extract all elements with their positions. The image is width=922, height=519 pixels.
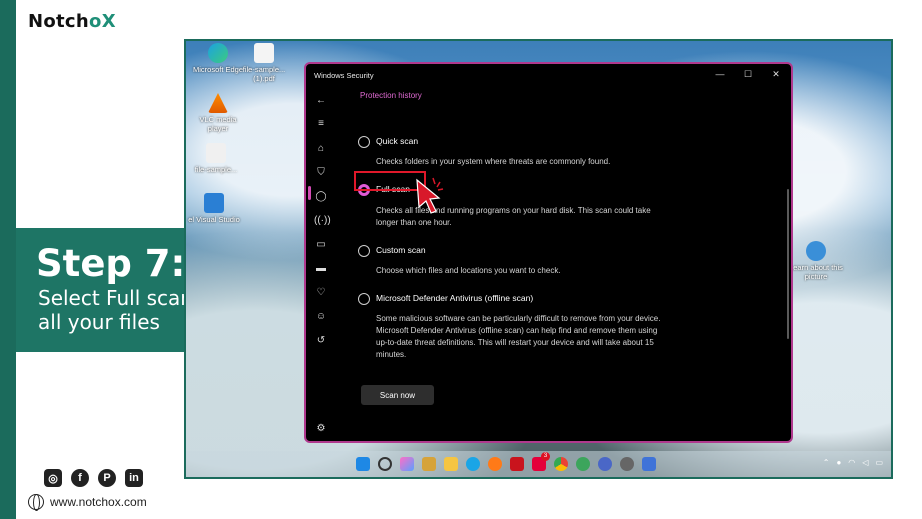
wifi-icon[interactable]: ◠ (848, 458, 855, 467)
windows-security-window: Windows Security — ☐ ✕ ← ≡ ⌂ ⛉ ◯ ((·)) ▭… (304, 62, 793, 443)
info-icon (806, 241, 826, 261)
option-label: Quick scan (376, 136, 419, 146)
edge-icon[interactable] (466, 457, 480, 471)
website-link[interactable]: www.notchox.com (28, 494, 147, 511)
desktop-icon-label: Learn about this picture (789, 263, 843, 281)
logo-text-x: X (101, 11, 116, 32)
health-icon[interactable]: ♡ (314, 286, 328, 300)
desktop-icon-file[interactable]: file-sample... (188, 143, 244, 174)
battery-icon[interactable]: ▭ (875, 458, 883, 467)
social-links: ◎ f P in (44, 469, 143, 487)
custom-scan-radio[interactable] (358, 245, 370, 257)
device-security-icon[interactable]: ▬ (314, 262, 328, 276)
close-button[interactable]: ✕ (770, 69, 782, 80)
notification-badge: 3 (541, 452, 550, 461)
desktop-icon-vlc[interactable]: VLC media player (190, 93, 246, 133)
minimize-button[interactable]: — (714, 69, 726, 79)
option-description: Some malicious software can be particula… (376, 314, 661, 359)
scrollbar[interactable] (787, 189, 789, 339)
visual-studio-icon (204, 193, 224, 213)
taskbar-icons: 3 (356, 452, 656, 471)
option-label: Microsoft Defender Antivirus (offline sc… (376, 293, 534, 303)
chrome-alt-icon[interactable] (598, 457, 612, 471)
desktop-icon-vscode[interactable]: el Visual Studio (186, 193, 242, 224)
chrome-profile-icon[interactable] (576, 457, 590, 471)
desktop-icon-learn[interactable]: Learn about this picture (788, 241, 844, 281)
desktop-icon-label: el Visual Studio (188, 215, 240, 224)
microphone-icon[interactable]: ● (836, 458, 841, 467)
volume-icon[interactable]: ◁ (862, 458, 868, 467)
desktop-icon-pdf[interactable]: file-sample... (1).pdf (236, 43, 292, 83)
history-icon[interactable]: ↺ (314, 334, 328, 348)
option-description: Checks folders in your system where thre… (376, 157, 611, 166)
back-arrow-icon[interactable]: ← (314, 94, 328, 108)
network-icon[interactable]: ((·)) (314, 214, 331, 228)
window-title: Windows Security (314, 71, 374, 80)
settings-icon[interactable] (620, 457, 634, 471)
accent-bar (0, 0, 16, 519)
family-icon[interactable]: ☺ (314, 310, 328, 324)
chrome-icon[interactable] (554, 457, 568, 471)
scan-now-button[interactable]: Scan now (361, 385, 434, 405)
step-title: Step 7: (36, 242, 186, 285)
start-windows-icon[interactable] (356, 457, 370, 471)
website-url: www.notchox.com (50, 495, 147, 509)
logo-text-part: Notch (28, 11, 90, 32)
firefox-icon[interactable] (488, 457, 502, 471)
maximize-button[interactable]: ☐ (742, 69, 754, 80)
title-bar: Windows Security — ☐ ✕ (306, 64, 791, 86)
copilot-icon[interactable] (400, 457, 414, 471)
desktop-icon-label: VLC media player (199, 115, 237, 133)
offline-scan-radio[interactable] (358, 293, 370, 305)
globe-icon (28, 494, 44, 511)
vlc-icon (208, 93, 228, 113)
option-label: Custom scan (376, 245, 426, 255)
shield-icon[interactable]: ⛉ (314, 166, 328, 180)
quick-scan-radio[interactable] (358, 136, 370, 148)
app-browser-icon[interactable]: ▭ (314, 238, 328, 252)
desktop-screenshot: Microsoft Edge file-sample... (1).pdf VL… (184, 39, 893, 479)
breadcrumb-protection-history[interactable]: Protection history (360, 91, 422, 100)
file-icon (206, 143, 226, 163)
system-tray: ⌃ ● ◠ ◁ ▭ (823, 458, 883, 467)
desktop-icon-label: file-sample... (1).pdf (242, 65, 286, 83)
search-icon[interactable] (378, 457, 392, 471)
instagram-icon[interactable]: ◎ (44, 469, 62, 487)
slide: NotchoX Step 7: Select Full scan to chec… (0, 0, 922, 519)
netflix-icon[interactable] (510, 457, 524, 471)
windows-security-icon[interactable] (642, 457, 656, 471)
menu-icon[interactable]: ≡ (314, 117, 328, 131)
linkedin-icon[interactable]: in (125, 469, 143, 487)
pointer-cursor-icon (416, 177, 444, 214)
nav-column: ← ≡ ⌂ ⛉ ◯ ((·)) ▭ ▬ ♡ ☺ ↺ ⚙ (306, 86, 336, 441)
store-icon[interactable] (422, 457, 436, 471)
desktop-icon-label: file-sample... (194, 165, 238, 174)
settings-gear-icon[interactable]: ⚙ (314, 422, 328, 436)
pdf-file-icon (254, 43, 274, 63)
app-l-icon[interactable]: 3 (532, 452, 550, 471)
brand-logo: NotchoX (28, 11, 116, 32)
active-indicator (308, 186, 311, 200)
facebook-icon[interactable]: f (71, 469, 89, 487)
option-description: Choose which files and locations you wan… (376, 266, 561, 275)
pinterest-icon[interactable]: P (98, 469, 116, 487)
chevron-up-icon[interactable]: ⌃ (823, 458, 830, 467)
taskbar: 3 ⌃ ● ◠ ◁ ▭ (186, 451, 891, 477)
file-explorer-icon[interactable] (444, 457, 458, 471)
account-icon[interactable]: ◯ (314, 190, 328, 204)
home-icon[interactable]: ⌂ (314, 142, 328, 156)
edge-icon (208, 43, 228, 63)
logo-text-accent: o (89, 11, 102, 32)
